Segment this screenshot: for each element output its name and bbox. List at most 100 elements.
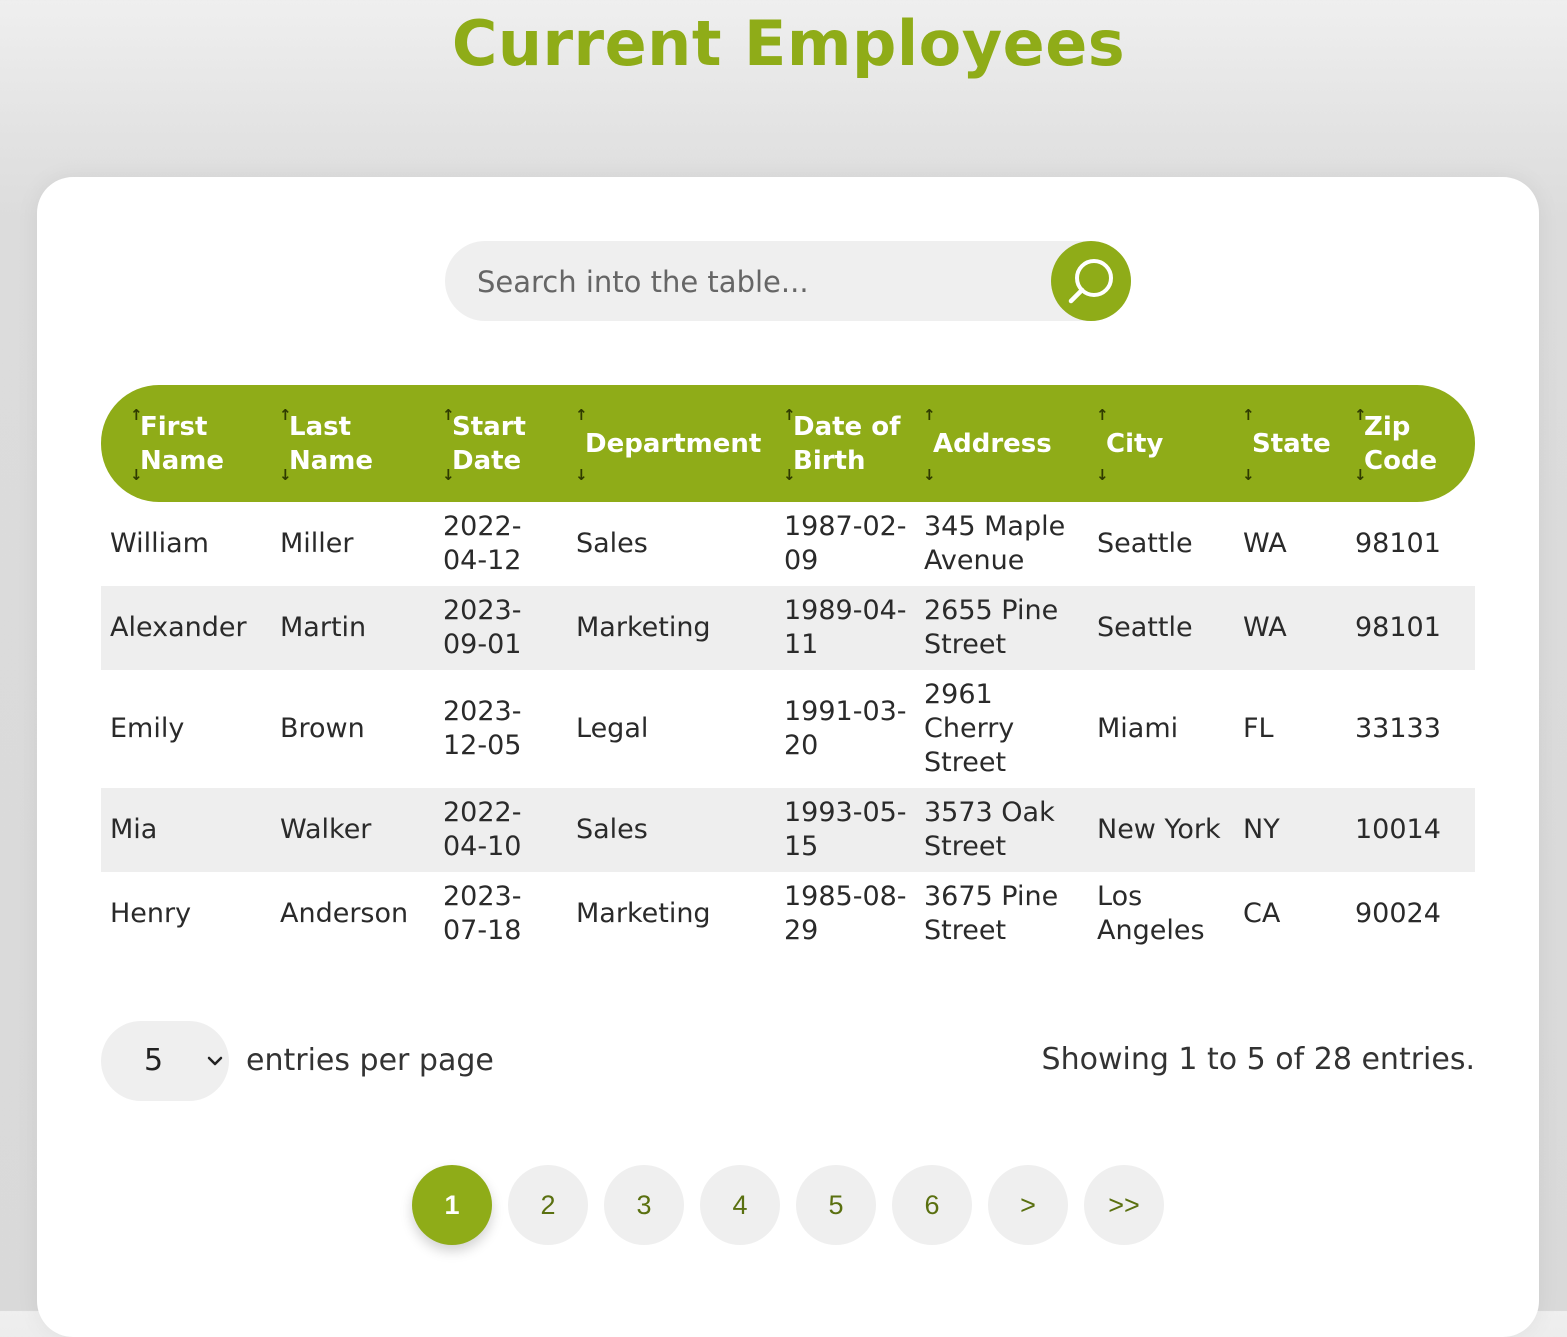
cell-last-name: Brown (280, 713, 365, 744)
cell-state: WA (1243, 528, 1287, 559)
page-button-2[interactable]: 2 (508, 1165, 588, 1245)
cell-city: Miami (1097, 713, 1179, 744)
column-header-address[interactable]: ↑ Address ↓ (915, 385, 1088, 502)
page-button-3[interactable]: 3 (604, 1165, 684, 1245)
cell-city: Los Angeles (1097, 881, 1205, 946)
column-header-first-name[interactable]: ↑ First Name ↓ (101, 385, 271, 502)
cell-state: WA (1234, 586, 1346, 670)
entries-per-page-select[interactable]: 5 (101, 1021, 229, 1101)
table-row: William Miller 2022-04-12 Sales 1987-02-09 34… (101, 502, 1475, 586)
column-header-date-of-birth[interactable]: ↑ Date of Birth ↓ (775, 385, 915, 502)
sort-asc-icon[interactable]: ↑ (279, 408, 292, 423)
sort-asc-icon[interactable]: ↑ (1096, 408, 1109, 423)
cell-address: 3675 Pine Street (924, 881, 1059, 946)
cell-start-date: 2023-12-05 (443, 696, 522, 761)
cell-address: 345 Maple Avenue (924, 511, 1066, 576)
cell-department: Marketing (567, 586, 775, 670)
column-header-last-name[interactable]: ↑ Last Name ↓ (271, 385, 434, 502)
column-header-label: Zip Code (1364, 411, 1438, 476)
search-bar (445, 241, 1131, 323)
cell-zip-code: 98101 (1346, 586, 1475, 670)
employees-card: ↑First Name↓↑Last Name↓↑Start Date↓↑Depa… (37, 177, 1539, 1337)
page-button-6[interactable]: 6 (892, 1165, 972, 1245)
search-button[interactable] (1051, 241, 1131, 321)
cell-last-name: Martin (271, 586, 434, 670)
sort-asc-icon[interactable]: ↑ (923, 408, 936, 423)
cell-date-of-birth: 1993-05-15 (775, 788, 915, 872)
column-header-city[interactable]: ↑ City ↓ (1088, 385, 1234, 502)
page-button-5[interactable]: 5 (796, 1165, 876, 1245)
page-button-1[interactable]: 1 (412, 1165, 492, 1245)
sort-asc-icon[interactable]: ↑ (575, 408, 588, 423)
search-icon (1068, 259, 1113, 304)
sort-desc-icon[interactable]: ↓ (783, 468, 796, 483)
sort-asc-icon[interactable]: ↑ (130, 408, 143, 423)
cell-state: FL (1243, 713, 1274, 744)
table-header: ↑ First Name ↓ ↑ Last Name ↓ ↑ Start Date ↓ ↑ Depa… (101, 385, 1475, 502)
column-header-label: Start Date (452, 411, 526, 476)
sort-asc-icon[interactable]: ↑ (783, 408, 796, 423)
entries-per-page-value: 5 (144, 1043, 164, 1078)
sort-desc-icon[interactable]: ↓ (1242, 468, 1255, 483)
table-row: Emily Brown 2023-12-05 Legal 1991-03-20 2961 … (101, 670, 1475, 788)
cell-start-date: 2023-07-18 (443, 881, 522, 946)
column-header-label: Department (585, 428, 762, 459)
cell-last-name: Miller (280, 528, 354, 559)
table-header-row: ↑ First Name ↓ ↑ Last Name ↓ ↑ Start Date ↓ ↑ Depa… (101, 385, 1475, 502)
showing-entries-text: Showing 1 to 5 of 28 entries. (1041, 1042, 1475, 1077)
cell-start-date: 2023-09-01 (434, 586, 567, 670)
column-header-state[interactable]: ↑ State ↓ (1234, 385, 1346, 502)
pagination: 1 2 3 4 5 6 > >> (412, 1165, 1164, 1245)
column-header-label: Last Name (289, 411, 374, 476)
cell-date-of-birth: 1989-04-11 (775, 586, 915, 670)
cell-city: New York (1088, 788, 1234, 872)
sort-asc-icon[interactable]: ↑ (1242, 408, 1255, 423)
column-header-label: City (1106, 428, 1164, 459)
cell-date-of-birth: 1991-03-20 (784, 696, 907, 761)
sort-desc-icon[interactable]: ↓ (1096, 468, 1109, 483)
chevron-down-icon (207, 1056, 223, 1066)
page-button-4[interactable]: 4 (700, 1165, 780, 1245)
cell-date-of-birth: 1987-02-09 (784, 511, 907, 576)
column-header-label: Address (933, 428, 1052, 459)
sort-desc-icon[interactable]: ↓ (923, 468, 936, 483)
column-header-label: State (1252, 428, 1331, 459)
sort-asc-icon[interactable]: ↑ (1354, 408, 1367, 423)
cell-first-name: Mia (101, 788, 271, 872)
table-body: William Miller 2022-04-12 Sales 1987-02-09 34… (101, 502, 1475, 956)
column-header-department[interactable]: ↑ Department ↓ (567, 385, 775, 502)
sort-desc-icon[interactable]: ↓ (575, 468, 588, 483)
cell-date-of-birth: 1985-08-29 (784, 881, 907, 946)
sort-desc-icon[interactable]: ↓ (442, 468, 455, 483)
column-header-zip-code[interactable]: ↑ Zip Code ↓ (1346, 385, 1475, 502)
cell-zip-code: 33133 (1355, 713, 1441, 744)
cell-first-name: Henry (110, 898, 192, 929)
entries-per-page-label: entries per page (246, 1043, 494, 1078)
sort-desc-icon[interactable]: ↓ (130, 468, 143, 483)
search-input[interactable] (475, 241, 1039, 323)
cell-department: Marketing (576, 898, 711, 929)
employees-table: ↑ First Name ↓ ↑ Last Name ↓ ↑ Start Date ↓ ↑ Depa… (101, 385, 1475, 956)
cell-address: 2655 Pine Street (915, 586, 1088, 670)
cell-city: Seattle (1088, 586, 1234, 670)
cell-city: Seattle (1097, 528, 1193, 559)
column-header-start-date[interactable]: ↑ Start Date ↓ (434, 385, 567, 502)
cell-state: NY (1234, 788, 1346, 872)
page-title: Current Employees (451, 7, 1126, 80)
table-row: Mia Walker 2022-04-10 Sales 1993-05-15 3573 O… (101, 788, 1475, 872)
cell-department: Sales (567, 788, 775, 872)
cell-first-name: William (110, 528, 209, 559)
cell-department: Legal (576, 713, 649, 744)
sort-desc-icon[interactable]: ↓ (1354, 468, 1367, 483)
cell-zip-code: 10014 (1346, 788, 1475, 872)
last-page-button[interactable]: >> (1084, 1165, 1164, 1245)
sort-asc-icon[interactable]: ↑ (442, 408, 455, 423)
next-page-button[interactable]: > (988, 1165, 1068, 1245)
cell-first-name: Emily (110, 713, 185, 744)
sort-desc-icon[interactable]: ↓ (279, 468, 292, 483)
cell-start-date: 2022-04-12 (443, 511, 522, 576)
cell-state: CA (1243, 898, 1281, 929)
table-row: Alexander Martin 2023-09-01 Marketing 1989-0… (101, 586, 1475, 670)
cell-address: 3573 Oak Street (915, 788, 1088, 872)
cell-department: Sales (576, 528, 648, 559)
